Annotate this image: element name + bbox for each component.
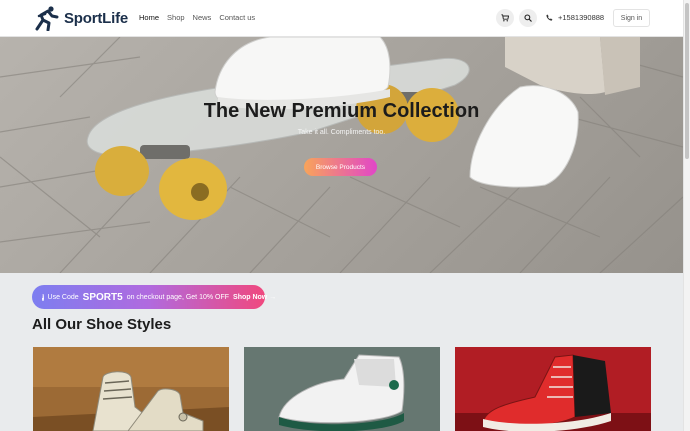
sneaker-hightop-red-image — [455, 347, 651, 431]
nav-news[interactable]: News — [193, 13, 212, 22]
hero-subtitle: Take it all. Compliments too. — [297, 129, 386, 136]
brand-logo[interactable]: SportLife — [34, 5, 128, 31]
search-icon — [524, 14, 532, 22]
product-card-3[interactable] — [455, 347, 651, 431]
nav-home[interactable]: Home — [139, 13, 159, 22]
cart-icon — [501, 14, 509, 22]
info-icon: i — [42, 293, 44, 301]
nav-shop[interactable]: Shop — [167, 13, 185, 22]
nav-contact[interactable]: Contact us — [219, 13, 255, 22]
scrollbar-thumb[interactable] — [685, 3, 689, 159]
site-header: SportLife Home Shop News Contact us +158… — [0, 0, 683, 37]
runner-logo-icon — [35, 6, 59, 31]
shop-now-link[interactable]: Shop Now → — [233, 294, 276, 301]
page-scrollbar[interactable] — [683, 0, 690, 431]
hero-banner: The New Premium Collection Take it all. … — [0, 37, 683, 273]
phone-number: +1581390888 — [558, 13, 605, 22]
sneaker-vintage-image — [33, 347, 229, 431]
search-button[interactable] — [519, 9, 537, 27]
promo-banner[interactable]: i Use Code SPORT5 on checkout page, Get … — [32, 285, 276, 309]
browse-products-button[interactable]: Browse Products — [304, 158, 377, 176]
phone-icon — [546, 14, 553, 21]
promo-text: on checkout page, Get 10% OFF — [126, 293, 230, 301]
product-card-2[interactable] — [244, 347, 440, 431]
promo-code: SPORT5 — [82, 291, 123, 303]
signin-button[interactable]: Sign in — [613, 9, 650, 27]
hero-title: The New Premium Collection — [203, 100, 480, 122]
skateboard-hero-image — [0, 37, 683, 273]
brand-name: SportLife — [64, 9, 129, 27]
main-nav: Home Shop News Contact us — [139, 13, 255, 22]
cart-button[interactable] — [496, 9, 514, 27]
promo-prefix: Use Code — [47, 293, 79, 301]
product-card-1[interactable] — [33, 347, 229, 431]
sneaker-basketball-image — [244, 347, 440, 431]
section-title: All Our Shoe Styles — [32, 316, 172, 333]
phone-contact[interactable]: +1581390888 — [546, 13, 604, 22]
